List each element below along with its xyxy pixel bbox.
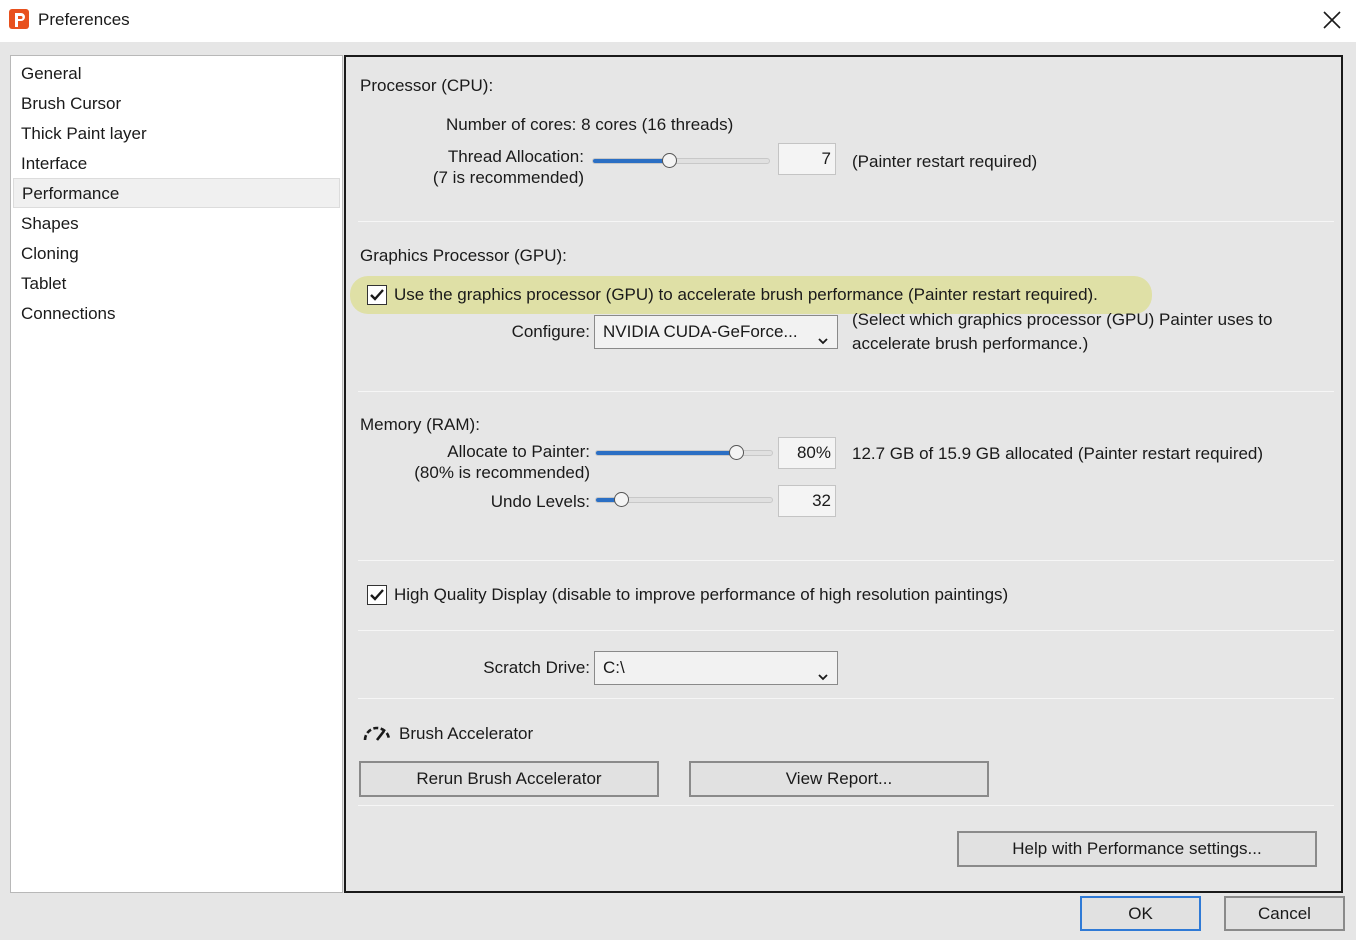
scratch-drive-select[interactable]: C:\ [594,651,838,685]
sidebar-item-cloning[interactable]: Cloning [13,239,340,269]
slider-fill [596,451,737,455]
sidebar-item-performance[interactable]: Performance [13,178,340,208]
brush-accelerator-heading: Brush Accelerator [399,724,534,743]
divider [358,805,1334,806]
sidebar-item-shapes[interactable]: Shapes [13,209,340,239]
slider-thumb[interactable] [662,153,677,168]
divider [358,698,1334,699]
scratch-drive-label: Scratch Drive: [483,658,590,677]
ok-button[interactable]: OK [1080,896,1201,931]
undo-levels-field[interactable]: 32 [778,485,836,517]
high-quality-display-checkbox[interactable] [367,585,387,605]
allocate-note: 12.7 GB of 15.9 GB allocated (Painter re… [852,444,1264,463]
cancel-button[interactable]: Cancel [1224,896,1345,931]
sidebar-item-tablet[interactable]: Tablet [13,269,340,299]
chevron-down-icon [817,326,829,345]
cpu-heading: Processor (CPU): [360,76,494,95]
title-bar: Preferences [0,0,1356,42]
thread-allocation-label: Thread Allocation: [447,147,584,166]
allocate-label: Allocate to Painter: [447,442,590,461]
gpu-configure-select[interactable]: NVIDIA CUDA-GeForce... [594,315,838,349]
performance-panel: Processor (CPU): Number of cores: 8 core… [344,55,1343,893]
allocate-slider[interactable] [595,445,773,460]
sidebar-item-brush-cursor[interactable]: Brush Cursor [13,89,340,119]
gpu-configure-value: NVIDIA CUDA-GeForce... [603,322,798,341]
thread-allocation-slider[interactable] [592,153,770,168]
help-performance-button[interactable]: Help with Performance settings... [957,831,1317,867]
thread-allocation-hint: (7 is recommended) [432,168,584,187]
chevron-down-icon [817,662,829,681]
undo-levels-slider[interactable] [595,492,773,507]
rerun-brush-accelerator-button[interactable]: Rerun Brush Accelerator [359,761,659,797]
high-quality-display-label[interactable]: High Quality Display (disable to improve… [394,585,1008,605]
window-title: Preferences [38,10,130,29]
configure-note-line1: (Select which graphics processor (GPU) P… [852,310,1273,329]
thread-restart-note: (Painter restart required) [852,152,1038,171]
scratch-drive-value: C:\ [603,658,625,677]
check-icon [370,589,384,601]
close-icon[interactable] [1320,8,1344,32]
thread-allocation-field[interactable]: 7 [778,143,836,175]
divider [358,630,1334,631]
sidebar-item-connections[interactable]: Connections [13,299,340,329]
divider [358,391,1334,392]
undo-levels-label: Undo Levels: [490,492,590,511]
category-list: General Brush Cursor Thick Paint layer I… [10,55,343,893]
divider [358,221,1334,222]
slider-thumb[interactable] [729,445,744,460]
painter-app-icon [8,8,32,32]
allocate-hint: (80% is recommended) [414,463,590,482]
configure-label: Configure: [511,322,590,341]
configure-note-line2: accelerate brush performance.) [852,334,1089,353]
cpu-cores-text: Number of cores: 8 cores (16 threads) [446,115,734,134]
gpu-heading: Graphics Processor (GPU): [360,246,567,265]
use-gpu-label[interactable]: Use the graphics processor (GPU) to acce… [394,285,1098,305]
memory-heading: Memory (RAM): [360,415,480,434]
slider-fill [593,159,670,163]
divider [358,560,1334,561]
sidebar-item-thick-paint-layer[interactable]: Thick Paint layer [13,119,340,149]
check-icon [370,289,384,301]
slider-thumb[interactable] [614,492,629,507]
allocate-field[interactable]: 80% [778,437,836,469]
view-report-button[interactable]: View Report... [689,761,989,797]
use-gpu-checkbox[interactable] [367,285,387,305]
speedometer-icon [362,722,392,744]
sidebar-item-interface[interactable]: Interface [13,149,340,179]
sidebar-item-general[interactable]: General [13,59,340,89]
